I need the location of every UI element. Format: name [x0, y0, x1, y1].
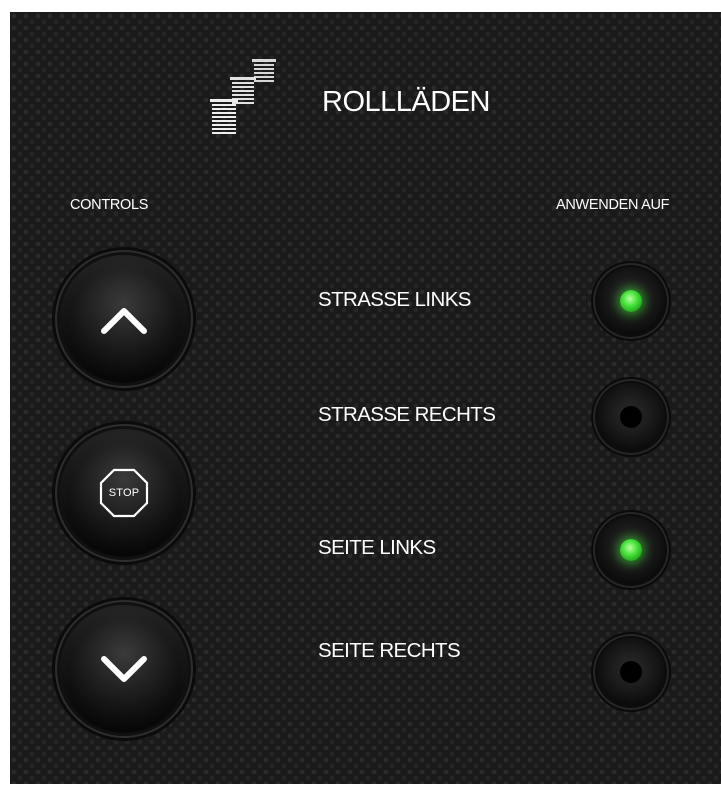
zone-label-seite-links: SEITE LINKS [318, 536, 436, 559]
apply-to-heading: ANWENDEN AUF [556, 197, 670, 213]
zone-label-seite-rechts: SEITE RECHTS [318, 639, 461, 662]
chevron-up-icon [101, 308, 147, 334]
status-led [620, 661, 642, 683]
page-title: ROLLLÄDEN [322, 86, 490, 118]
zone-toggle-seite-rechts[interactable] [597, 638, 665, 706]
status-led [620, 406, 642, 428]
shutter-stop-button[interactable]: STOP [60, 429, 188, 557]
shutter-down-button[interactable] [60, 605, 188, 733]
zone-toggle-strasse-rechts[interactable] [597, 383, 665, 451]
zone-toggle-seite-links[interactable] [597, 516, 665, 584]
zone-toggle-strasse-links[interactable] [597, 267, 665, 335]
roller-shutters-icon [200, 57, 280, 137]
stop-label: STOP [108, 487, 140, 499]
shutter-control-panel: ROLLLÄDEN CONTROLS ANWENDEN AUF STOP STR… [10, 12, 721, 784]
shutter-up-button[interactable] [60, 255, 188, 383]
zone-label-strasse-rechts: STRASSE RECHTS [318, 403, 496, 426]
status-led [620, 539, 642, 561]
controls-heading: CONTROLS [70, 197, 149, 213]
chevron-down-icon [101, 656, 147, 682]
zone-label-strasse-links: STRASSE LINKS [318, 288, 471, 311]
status-led [620, 290, 642, 312]
